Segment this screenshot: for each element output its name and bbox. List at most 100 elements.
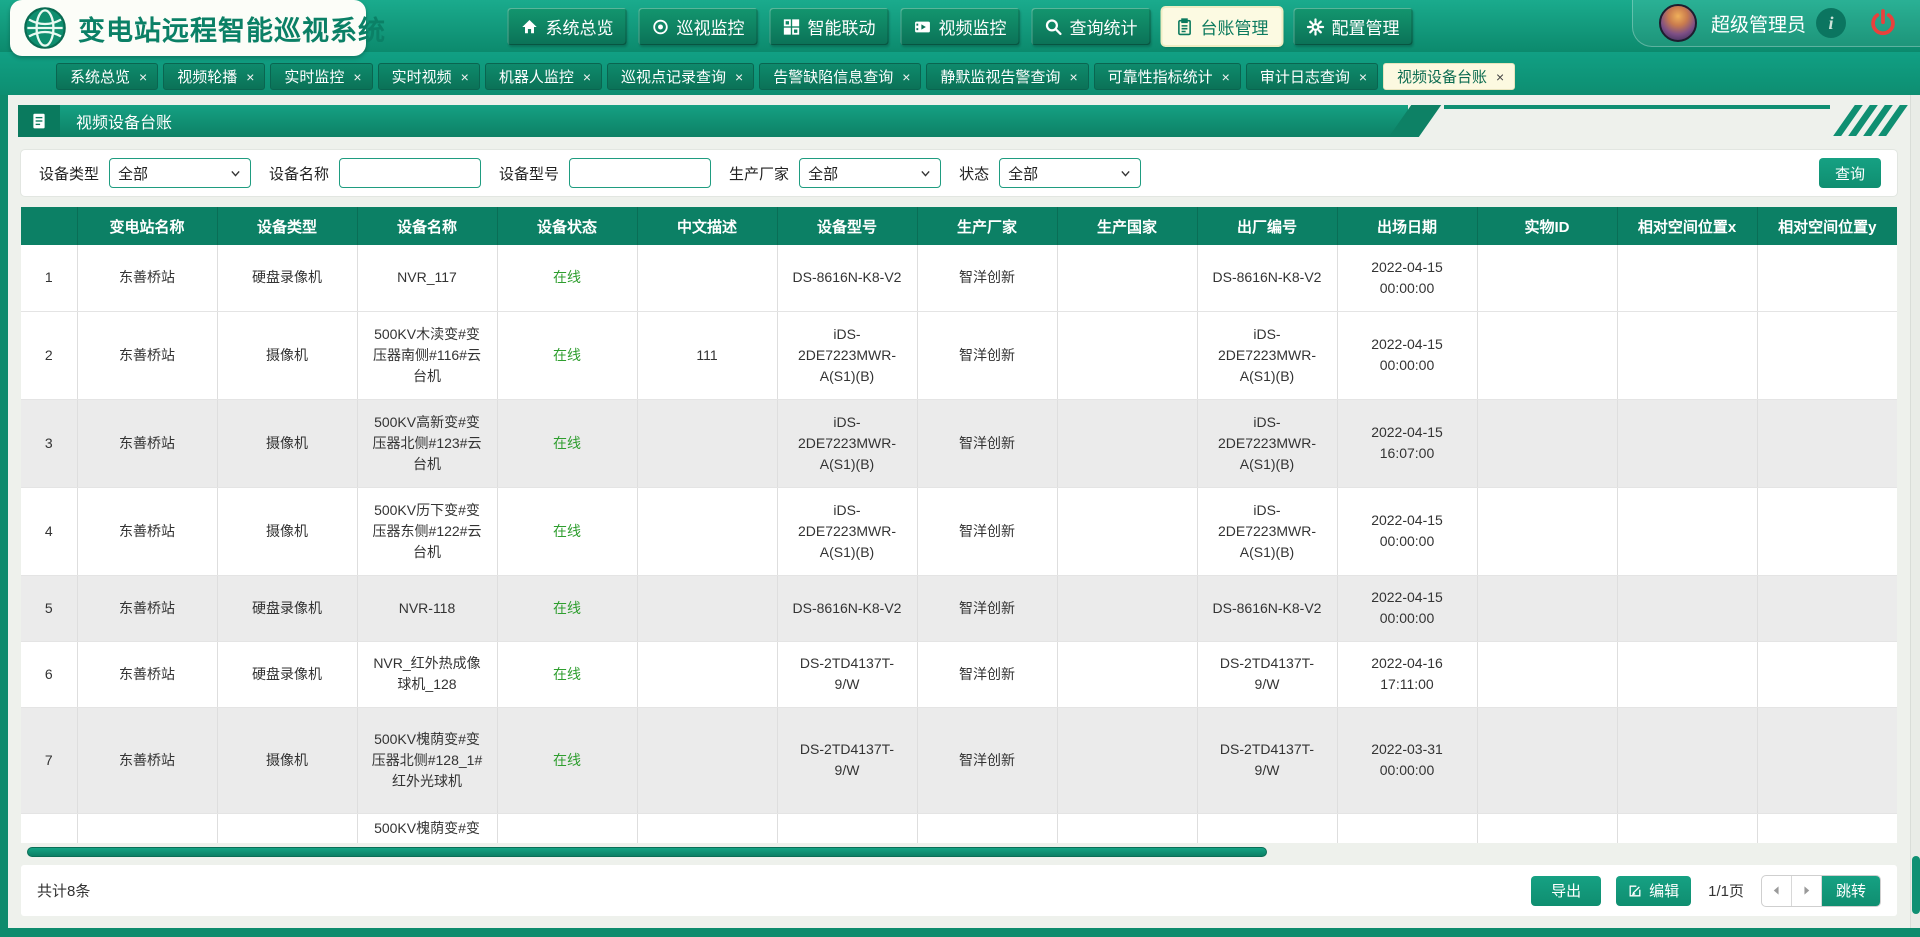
app-title: 变电站远程智能巡视系统: [78, 9, 386, 48]
filter-input-设备型号[interactable]: [569, 158, 711, 188]
table-cell: [1617, 813, 1757, 843]
nav-button-巡视监控[interactable]: 巡视监控: [639, 8, 758, 45]
table-cell: [1477, 311, 1617, 399]
avatar: [1659, 4, 1697, 42]
edit-button[interactable]: 编辑: [1616, 876, 1691, 906]
table-cell: 2: [21, 311, 77, 399]
table-row[interactable]: 2东善桥站摄像机500KV木渎变#变压器南侧#116#云台机在线111iDS-2…: [21, 311, 1897, 399]
table-row[interactable]: 1东善桥站硬盘录像机NVR_117在线DS-8616N-K8-V2智洋创新DS-…: [21, 245, 1897, 311]
table-cell: 111: [637, 311, 777, 399]
tab-实时监控[interactable]: 实时监控 ×: [270, 63, 372, 90]
table-cell: DS-8616N-K8-V2: [777, 575, 917, 641]
export-button[interactable]: 导出: [1531, 876, 1601, 906]
table-row[interactable]: 5东善桥站硬盘录像机NVR-118在线DS-8616N-K8-V2智洋创新DS-…: [21, 575, 1897, 641]
tab-close-icon[interactable]: ×: [1496, 70, 1504, 84]
table-cell: NVR-118: [357, 575, 497, 641]
nav-button-系统总览[interactable]: 系统总览: [508, 8, 627, 45]
table-cell: 在线: [497, 575, 637, 641]
column-设备状态: 设备状态: [497, 207, 637, 245]
tab-巡视点记录查询[interactable]: 巡视点记录查询 ×: [607, 63, 754, 90]
table-cell: DS-2TD4137T-9/W: [1197, 707, 1337, 813]
table-cell: [1477, 399, 1617, 487]
tab-close-icon[interactable]: ×: [735, 70, 743, 84]
power-icon[interactable]: [1868, 8, 1898, 38]
top-header: 变电站远程智能巡视系统 系统总览 巡视监控 智能联动 视频监控 查询统计 台账管…: [0, 0, 1920, 52]
table-cell: [1757, 575, 1897, 641]
tab-close-icon[interactable]: ×: [1222, 70, 1230, 84]
table-cell: 东善桥站: [77, 641, 217, 707]
eye-icon: [652, 18, 670, 36]
tab-close-icon[interactable]: ×: [1359, 70, 1367, 84]
query-button[interactable]: 查询: [1819, 158, 1881, 188]
table-cell: [1617, 245, 1757, 311]
filter-select-生产厂家[interactable]: 全部: [799, 158, 941, 188]
table-row[interactable]: 7东善桥站摄像机500KV槐荫变#变压器北侧#128_1#红外光球机在线DS-2…: [21, 707, 1897, 813]
page-indicator: 1/1页: [1708, 880, 1744, 901]
table-cell: [1057, 311, 1197, 399]
tabs: 系统总览 × 视频轮播 × 实时监控 × 实时视频 × 机器人监控 × 巡视点记…: [56, 63, 1515, 90]
tab-审计日志查询[interactable]: 审计日志查询 ×: [1246, 63, 1378, 90]
column-变电站名称: 变电站名称: [77, 207, 217, 245]
tab-告警缺陷信息查询[interactable]: 告警缺陷信息查询 ×: [759, 63, 921, 90]
nav-button-查询统计[interactable]: 查询统计: [1032, 8, 1151, 45]
table-cell: [1617, 399, 1757, 487]
table-cell: iDS-2DE7223MWR-A(S1)(B): [777, 487, 917, 575]
tab-bar: 系统总览 × 视频轮播 × 实时监控 × 实时视频 × 机器人监控 × 巡视点记…: [0, 52, 1920, 95]
tab-close-icon[interactable]: ×: [461, 70, 469, 84]
table-cell: DS-8616N-K8-V2: [777, 245, 917, 311]
table-row[interactable]: 6东善桥站硬盘录像机NVR_红外热成像球机_128在线DS-2TD4137T-9…: [21, 641, 1897, 707]
nav-button-视频监控[interactable]: 视频监控: [901, 8, 1020, 45]
table-row[interactable]: 3东善桥站摄像机500KV高新变#变压器北侧#123#云台机在线iDS-2DE7…: [21, 399, 1897, 487]
tab-close-icon[interactable]: ×: [583, 70, 591, 84]
prev-page-icon[interactable]: [1762, 876, 1792, 906]
table-cell: 在线: [497, 311, 637, 399]
table-cell: iDS-2DE7223MWR-A(S1)(B): [777, 311, 917, 399]
filter-select-状态[interactable]: 全部: [999, 158, 1141, 188]
tab-close-icon[interactable]: ×: [139, 70, 147, 84]
tab-视频设备台账[interactable]: 视频设备台账 ×: [1383, 63, 1515, 90]
info-icon[interactable]: i: [1816, 8, 1846, 38]
table-cell: 2022-03-31 00:00:00: [1337, 707, 1477, 813]
tab-可靠性指标统计[interactable]: 可靠性指标统计 ×: [1094, 63, 1241, 90]
column-出场日期: 出场日期: [1337, 207, 1477, 245]
table-cell: 在线: [497, 641, 637, 707]
link-grid-icon: [783, 18, 801, 36]
table-cell: iDS-2DE7223MWR-A(S1)(B): [1197, 311, 1337, 399]
table-cell: 摄像机: [217, 487, 357, 575]
tab-静默监视告警查询[interactable]: 静默监视告警查询 ×: [926, 63, 1088, 90]
user-name: 超级管理员: [1711, 10, 1806, 37]
nav-button-智能联动[interactable]: 智能联动: [770, 8, 889, 45]
nav-button-台账管理[interactable]: 台账管理: [1163, 8, 1282, 45]
tab-close-icon[interactable]: ×: [353, 70, 361, 84]
table-row[interactable]: 4东善桥站摄像机500KV历下变#变压器东侧#122#云台机在线iDS-2DE7…: [21, 487, 1897, 575]
vertical-scrollbar-thumb[interactable]: [1912, 856, 1920, 914]
tab-机器人监控[interactable]: 机器人监控 ×: [485, 63, 602, 90]
table-cell: [1477, 575, 1617, 641]
table-cell: 在线: [497, 487, 637, 575]
table-cell: 智洋创新: [917, 399, 1057, 487]
horizontal-scrollbar-thumb[interactable]: [27, 847, 1267, 857]
column-相对空间位置x: 相对空间位置x: [1617, 207, 1757, 245]
table-cell: iDS-2DE7223MWR-A(S1)(B): [1197, 399, 1337, 487]
table-row[interactable]: 500KV槐荫变#变: [21, 813, 1897, 843]
filter-select-设备类型[interactable]: 全部: [109, 158, 251, 188]
table-cell: [1057, 641, 1197, 707]
table-cell: 东善桥站: [77, 311, 217, 399]
tab-close-icon[interactable]: ×: [246, 70, 254, 84]
column-设备类型: 设备类型: [217, 207, 357, 245]
tab-视频轮播[interactable]: 视频轮播 ×: [163, 63, 265, 90]
filter-input-设备名称[interactable]: [339, 158, 481, 188]
table-cell: DS-8616N-K8-V2: [1197, 245, 1337, 311]
tab-系统总览[interactable]: 系统总览 ×: [56, 63, 158, 90]
jump-button[interactable]: 跳转: [1822, 876, 1880, 906]
table-cell: [1617, 575, 1757, 641]
next-page-icon[interactable]: [1792, 876, 1822, 906]
table-cell: [1477, 813, 1617, 843]
table-cell: [1477, 487, 1617, 575]
nav-button-配置管理[interactable]: 配置管理: [1294, 8, 1413, 45]
page-title-bar: 视频设备台账: [18, 105, 1897, 137]
tab-close-icon[interactable]: ×: [902, 70, 910, 84]
tab-close-icon[interactable]: ×: [1069, 70, 1077, 84]
tab-实时视频[interactable]: 实时视频 ×: [378, 63, 480, 90]
table-cell: 3: [21, 399, 77, 487]
